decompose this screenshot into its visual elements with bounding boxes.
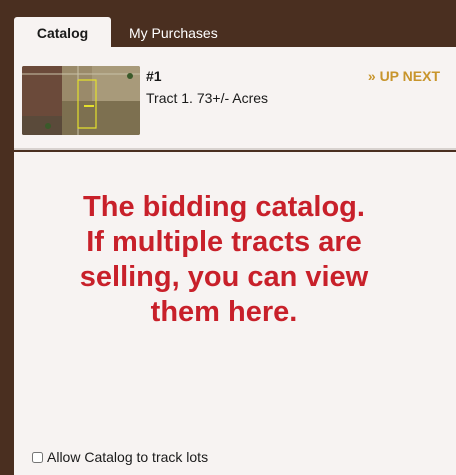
catalog-panel: Catalog My Purchases #1 » UP NEXT Tract … (14, 0, 456, 475)
up-next-badge: » UP NEXT (367, 68, 440, 84)
annotation-line: them here. (150, 296, 298, 328)
track-lots-option[interactable]: Allow Catalog to track lots (32, 448, 208, 466)
lot-number: #1 (146, 68, 162, 84)
annotation-line: If multiple tracts are (86, 226, 362, 258)
lot-list-item[interactable]: #1 » UP NEXT Tract 1. 73+/- Acres (14, 47, 456, 150)
lot-title: Tract 1. 73+/- Acres (146, 90, 269, 106)
aerial-map-icon[interactable] (22, 66, 140, 135)
track-lots-checkbox[interactable] (32, 451, 43, 463)
tab-bar: Catalog My Purchases (14, 17, 456, 47)
annotation-callout: The bidding catalog. If multiple tracts … (14, 190, 434, 330)
tab-my-purchases[interactable]: My Purchases (129, 17, 218, 47)
app-frame: Catalog My Purchases #1 » UP NEXT Tract … (0, 0, 456, 475)
catalog-body: The bidding catalog. If multiple tracts … (14, 152, 456, 475)
tab-catalog[interactable]: Catalog (14, 17, 111, 47)
annotation-line: selling, you can view (79, 261, 369, 293)
annotation-line: The bidding catalog. (83, 191, 365, 223)
track-lots-label: Allow Catalog to track lots (47, 449, 209, 465)
